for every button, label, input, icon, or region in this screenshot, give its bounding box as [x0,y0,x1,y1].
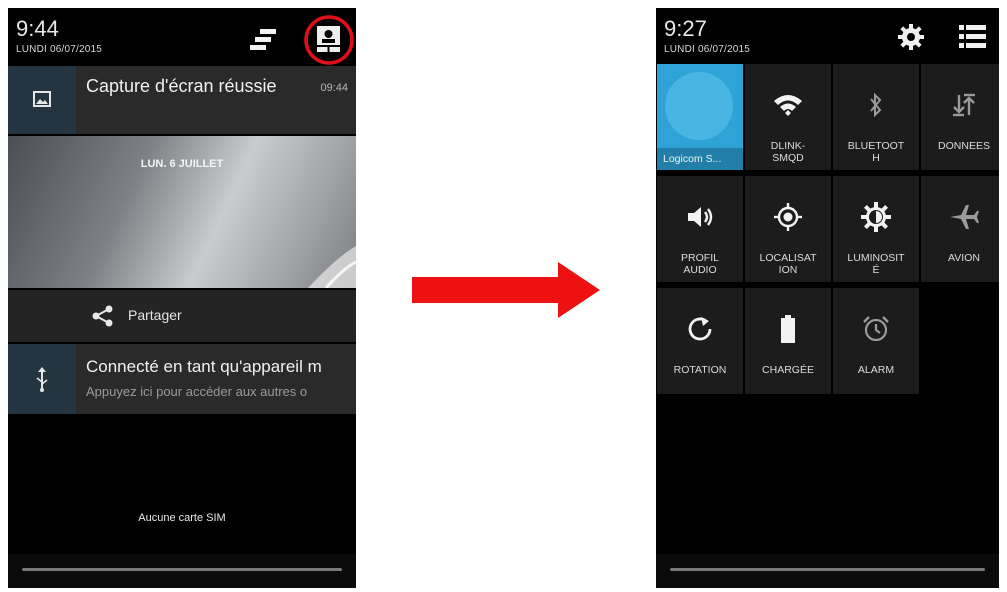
airplane-icon [921,202,999,232]
shade-bottom-bar[interactable] [8,554,356,588]
status-date: LUNDI 06/07/2015 [16,44,103,55]
notification-lead [8,66,76,134]
share-icon [92,305,113,327]
tile-wifi[interactable]: DLINK- SMQD [745,64,831,170]
notification-title: Capture d'écran réussie [86,76,277,96]
tile-label: DLINK- SMQD [770,140,806,164]
tile-label: ROTATION [673,364,727,376]
tile-alarm[interactable]: ALARM [833,288,919,394]
tile-user[interactable]: Logicom S... [657,64,743,170]
drag-handle[interactable] [22,568,342,571]
tile-brightness[interactable]: LUMINOSIT É [833,176,919,282]
drag-handle[interactable] [670,568,985,571]
share-label: Partager [128,307,182,323]
tile-user-label-bar: Logicom S... [657,148,743,170]
list-icon [959,25,986,48]
user-avatar-icon [665,72,733,140]
status-time: 9:44 [16,16,59,41]
clear-all-icon[interactable] [246,26,282,56]
tile-label: LUMINOSIT É [847,252,905,276]
notification-shade-screen: 9:44 LUNDI 06/07/2015 Capture d'écran ré… [8,8,356,588]
gear-icon [898,24,924,50]
screenshot-notification[interactable]: Capture d'écran réussie 09:44 [8,66,356,134]
notification-lead [8,344,76,414]
notification-time: 09:44 [320,82,348,94]
tile-bluetooth[interactable]: BLUETOOT H [833,64,919,170]
tile-label: LOCALISAT ION [759,252,817,276]
tile-label: PROFIL AUDIO [681,252,719,276]
usb-icon [36,367,48,392]
battery-icon [745,314,831,344]
share-action[interactable]: Partager [8,290,356,342]
quick-settings-screen: 9:27 LUNDI 06/07/2015 Logicom S... DLINK… [656,8,999,588]
usb-notification-title: Connecté en tant qu'appareil m [86,357,322,376]
screenshot-preview[interactable]: LUN. 6 JUILLET [8,136,356,288]
image-icon [33,91,51,107]
bluetooth-icon [833,90,919,120]
tile-label: DONNEES [938,140,990,152]
data-icon [921,90,999,120]
brightness-icon [833,202,919,232]
tile-location[interactable]: LOCALISAT ION [745,176,831,282]
rotation-icon [657,314,743,344]
quick-settings-button[interactable] [303,14,355,66]
tile-label: CHARGÉE [762,364,814,376]
no-sim-text: Aucune carte SIM [138,512,226,524]
usb-notification[interactable]: Connecté en tant qu'appareil m Appuyez i… [8,344,356,414]
shade-bottom-bar[interactable] [656,554,999,588]
tile-label: ALARM [857,364,895,376]
notifications-list-button[interactable] [956,22,990,52]
tile-rotation[interactable]: ROTATION [657,288,743,394]
tile-airplane[interactable]: AVION [921,176,999,282]
tile-audio-profile[interactable]: PROFIL AUDIO [657,176,743,282]
status-time: 9:27 [664,16,707,41]
tile-data[interactable]: DONNEES [921,64,999,170]
usb-notification-subtitle: Appuyez ici pour accéder aux autres o [86,384,308,399]
right-arrow-icon [412,262,600,318]
wifi-icon [745,90,831,120]
settings-button[interactable] [896,22,926,52]
volume-icon [657,202,743,232]
tile-label: Logicom S... [663,153,722,165]
status-date: LUNDI 06/07/2015 [664,44,751,55]
tile-battery[interactable]: CHARGÉE [745,288,831,394]
preview-decoration [308,246,356,288]
alarm-icon [833,314,919,344]
quick-settings-icon [304,15,354,65]
location-icon [745,202,831,232]
tile-label: AVION [948,252,980,264]
tile-label: BLUETOOT H [847,140,905,164]
